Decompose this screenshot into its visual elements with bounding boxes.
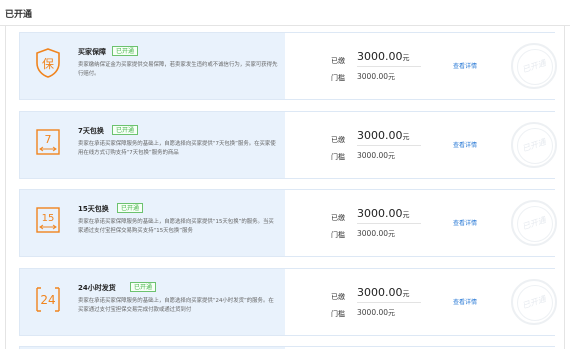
- service-info: 24 24小时发货 已开通 卖家在承诺买家保障服务的基础上，自愿选择向买家提供“…: [20, 269, 285, 335]
- threshold-value: 3000.00元: [357, 229, 396, 238]
- threshold-label: 门槛: [331, 310, 345, 318]
- threshold-value: 3000.00元: [357, 308, 396, 317]
- service-name: 24小时发货: [78, 284, 116, 292]
- stamp-text: 已开通: [521, 58, 547, 75]
- activated-stamp-icon: 已开通: [511, 200, 557, 246]
- calendar-7-icon: 7: [35, 127, 61, 157]
- status-badge: 已开通: [117, 203, 144, 213]
- stamp-text: 已开通: [521, 294, 547, 311]
- view-details-link[interactable]: 查看详情: [453, 61, 477, 70]
- svg-text:24: 24: [40, 293, 55, 307]
- service-name: 15天包换: [78, 205, 109, 213]
- service-info: 保 买家保障 已开通 卖家缴纳保证金为买家提供交易保障，若卖家发生违约或不诚信行…: [20, 33, 285, 99]
- activated-stamp-icon: 已开通: [511, 122, 557, 168]
- service-card-15-day-exchange: 15 15天包换 已开通 卖家在承诺买家保障服务的基础上，自愿选择向买家提供“1…: [19, 189, 557, 257]
- status-badge: 已开通: [112, 125, 139, 135]
- stamp-text: 已开通: [521, 215, 547, 232]
- service-name: 7天包换: [78, 127, 104, 135]
- fee-label: 已缴: [331, 214, 345, 222]
- service-name: 买家保障: [78, 48, 106, 56]
- fee-value: 3000.00元: [357, 286, 410, 299]
- activated-stamp-icon: 已开通: [511, 43, 557, 89]
- view-details-link[interactable]: 查看详情: [453, 297, 477, 306]
- calendar-15-icon: 15: [35, 205, 61, 235]
- shield-bao-icon: 保: [35, 48, 61, 78]
- service-fees: 已缴 3000.00元 门槛 3000.00元 查看详情 已开通: [285, 269, 557, 335]
- fee-divider: [357, 145, 421, 146]
- threshold-value: 3000.00元: [357, 151, 396, 160]
- fee-divider: [357, 223, 421, 224]
- threshold-label: 门槛: [331, 153, 345, 161]
- fee-label: 已缴: [331, 57, 345, 65]
- service-card-7-day-exchange: 7 7天包换 已开通 卖家在承诺买家保障服务的基础上，自愿选择向买家提供“7天包…: [19, 111, 557, 179]
- service-list-panel: 保 买家保障 已开通 卖家缴纳保证金为买家提供交易保障，若卖家发生违约或不诚信行…: [5, 26, 565, 349]
- service-description: 卖家在承诺买家保障服务的基础上，自愿选择向买家提供“24小时发货”的服务。在买家…: [78, 298, 274, 313]
- fee-value: 3000.00元: [357, 207, 410, 220]
- threshold-value: 3000.00元: [357, 72, 396, 81]
- service-fees: 已缴 3000.00元 门槛 3000.00元 查看详情 已开通: [285, 33, 557, 99]
- svg-text:保: 保: [42, 57, 54, 71]
- service-description: 卖家缴纳保证金为买家提供交易保障，若卖家发生违约或不诚信行为，买家可获得先行赔付…: [78, 62, 278, 77]
- service-card-buyer-protection: 保 买家保障 已开通 卖家缴纳保证金为买家提供交易保障，若卖家发生违约或不诚信行…: [19, 32, 557, 100]
- status-badge: 已开通: [112, 46, 139, 56]
- fee-label: 已缴: [331, 293, 345, 301]
- activated-stamp-icon: 已开通: [511, 279, 557, 325]
- fee-value: 3000.00元: [357, 50, 410, 63]
- fee-divider: [357, 66, 421, 67]
- status-badge: 已开通: [130, 282, 157, 292]
- threshold-label: 门槛: [331, 231, 345, 239]
- fee-label: 已缴: [331, 136, 345, 144]
- view-details-link[interactable]: 查看详情: [453, 140, 477, 149]
- svg-text:7: 7: [45, 133, 52, 146]
- service-description: 卖家在承诺买家保障服务的基础上，自愿选择向买家提供“15天包换”的服务。当买家通…: [78, 219, 274, 234]
- service-card-24h-shipping: 24 24小时发货 已开通 卖家在承诺买家保障服务的基础上，自愿选择向买家提供“…: [19, 268, 557, 336]
- service-info: 7 7天包换 已开通 卖家在承诺买家保障服务的基础上，自愿选择向买家提供“7天包…: [20, 112, 285, 178]
- service-page: 已开通 保 买家保障 已开通 卖家缴纳保证金为买家提供交易保障，若卖家发生违约或…: [0, 0, 570, 349]
- section-header: 已开通: [0, 0, 570, 26]
- threshold-label: 门槛: [331, 74, 345, 82]
- fee-value: 3000.00元: [357, 129, 410, 142]
- service-fees: 已缴 3000.00元 门槛 3000.00元 查看详情 已开通: [285, 190, 557, 256]
- clock-24-icon: 24: [35, 284, 61, 314]
- service-info: 15 15天包换 已开通 卖家在承诺买家保障服务的基础上，自愿选择向买家提供“1…: [20, 190, 285, 256]
- fee-divider: [357, 302, 421, 303]
- service-fees: 已缴 3000.00元 门槛 3000.00元 查看详情 已开通: [285, 112, 557, 178]
- stamp-text: 已开通: [521, 137, 547, 154]
- section-title: 已开通: [5, 10, 33, 20]
- svg-text:15: 15: [42, 213, 55, 224]
- service-description: 卖家在承诺买家保障服务的基础上，自愿选择向买家提供“7天包换”服务。在买家使用在…: [78, 141, 276, 156]
- view-details-link[interactable]: 查看详情: [453, 218, 477, 227]
